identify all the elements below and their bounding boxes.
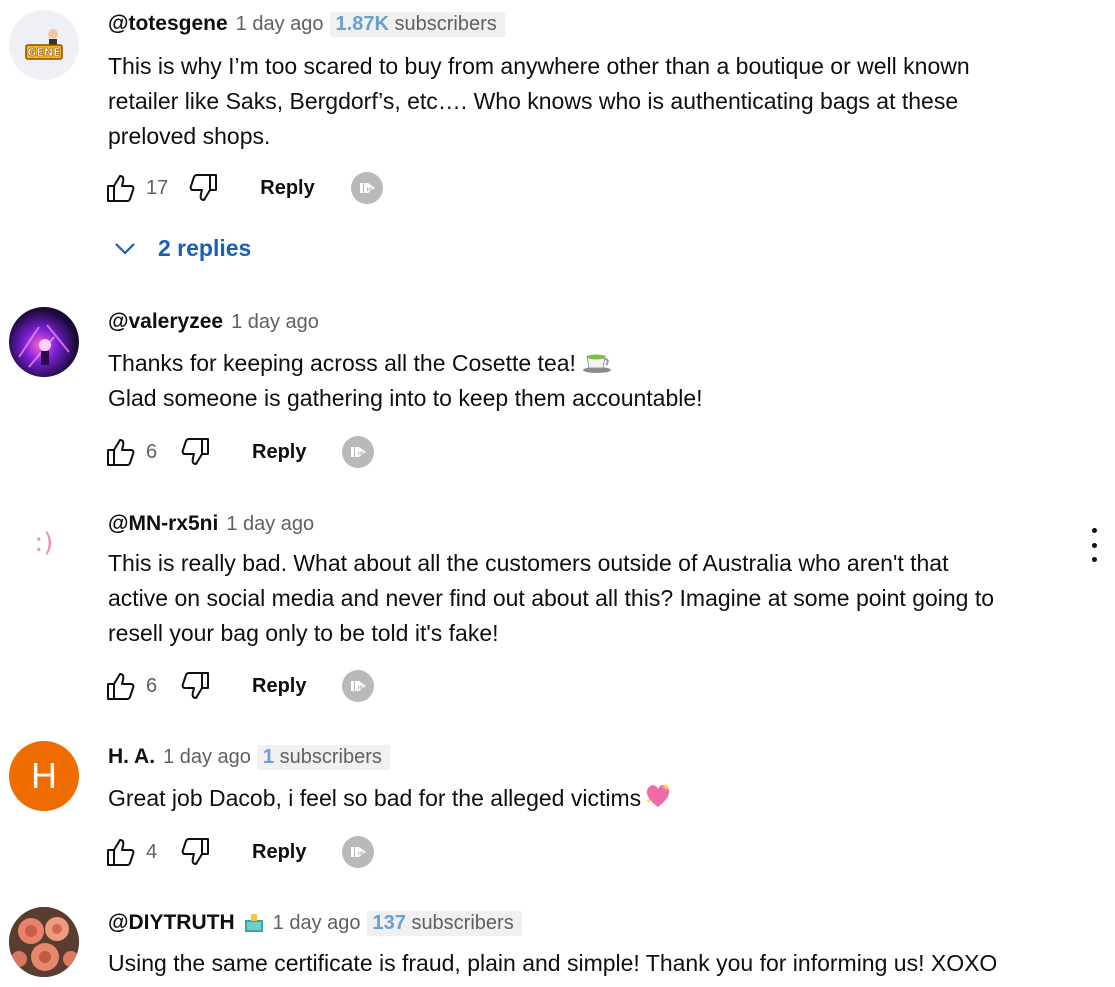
reply-button[interactable]: Reply xyxy=(252,441,306,464)
thumbs-up-icon xyxy=(105,670,137,702)
avatar[interactable]: GENE xyxy=(9,10,79,80)
comment-actions: 4 Reply xyxy=(104,832,375,872)
subscriber-badge: 1.87K subscribers xyxy=(329,11,505,37)
timestamp[interactable]: 1 day ago xyxy=(236,13,324,36)
subscriber-label: subscribers xyxy=(411,911,514,934)
promote-flag-icon xyxy=(351,172,383,204)
promote-button[interactable] xyxy=(342,670,375,702)
comment-line: Using the same certificate is fraud, pla… xyxy=(108,950,998,976)
comment-header: @MN-rx5ni 1 day ago xyxy=(108,509,314,539)
dislike-button[interactable] xyxy=(178,435,212,469)
subscriber-count: 137 xyxy=(372,911,406,934)
timestamp[interactable]: 1 day ago xyxy=(226,513,314,536)
comment-actions: 6 Reply xyxy=(104,432,375,472)
comment-line: Glad someone is gathering into to keep t… xyxy=(108,385,703,411)
svg-text:GENE: GENE xyxy=(27,46,60,59)
thumbs-down-icon xyxy=(179,836,211,868)
author-name[interactable]: H. A. xyxy=(108,745,155,769)
subscriber-badge: 1 subscribers xyxy=(256,744,390,770)
avatar-letter: H xyxy=(31,755,57,796)
subscriber-count: 1 xyxy=(262,745,275,768)
author-name[interactable]: @MN-rx5ni xyxy=(108,512,218,536)
subscriber-label: subscribers xyxy=(279,745,382,768)
comment-header: H. A. 1 day ago 1 subscribers xyxy=(108,742,390,772)
dislike-button[interactable] xyxy=(178,669,212,703)
promote-button[interactable] xyxy=(342,836,375,868)
thumbs-up-icon xyxy=(105,172,137,204)
timestamp[interactable]: 1 day ago xyxy=(273,912,361,935)
chevron-down-icon xyxy=(115,243,135,255)
dislike-button[interactable] xyxy=(186,171,220,205)
more-actions-icon[interactable] xyxy=(1084,528,1104,562)
avatar[interactable] xyxy=(9,307,79,377)
like-count: 4 xyxy=(146,840,158,863)
author-name[interactable]: @DIYTRUTH xyxy=(108,911,235,935)
promote-flag-icon xyxy=(342,836,374,868)
timestamp[interactable]: 1 day ago xyxy=(231,311,319,334)
subscriber-count: 1.87K xyxy=(335,12,389,35)
comment-text: Great job Dacob, i feel so bad for the a… xyxy=(108,781,1068,816)
timestamp[interactable]: 1 day ago xyxy=(163,746,251,769)
neon-concert-photo-icon xyxy=(18,324,70,368)
subscriber-label: subscribers xyxy=(394,12,497,35)
promote-button[interactable] xyxy=(350,172,383,204)
thumbs-up-icon xyxy=(105,836,137,868)
comment-header: @totesgene 1 day ago 1.87K subscribers xyxy=(108,9,505,39)
sparkling-heart-emoji xyxy=(646,783,671,807)
like-button[interactable] xyxy=(104,435,138,469)
thumbs-down-icon xyxy=(179,436,211,468)
comment-line: Great job Dacob, i feel so bad for the a… xyxy=(108,781,1068,816)
dislike-button[interactable] xyxy=(178,835,212,869)
comment-line: Thanks for keeping across all the Cosett… xyxy=(108,346,1068,381)
like-count: 17 xyxy=(146,176,169,199)
avatar[interactable] xyxy=(9,907,79,977)
reply-button[interactable]: Reply xyxy=(260,177,314,200)
author-name[interactable]: @totesgene xyxy=(108,12,228,36)
comment-line: This is really bad. What about all the c… xyxy=(108,550,949,576)
like-button[interactable] xyxy=(104,835,138,869)
thumbs-up-icon xyxy=(105,436,137,468)
comment-text: This is really bad. What about all the c… xyxy=(108,546,1068,651)
member-badge-icon xyxy=(244,914,263,932)
comment-text: This is why I’m too scared to buy from a… xyxy=(108,49,1068,154)
tea-cup-emoji xyxy=(582,354,611,373)
like-button[interactable] xyxy=(104,669,138,703)
reply-button[interactable]: Reply xyxy=(252,675,306,698)
smiley-avatar-text: :) xyxy=(34,528,54,558)
promote-flag-icon xyxy=(342,670,374,702)
gene-logo-icon: GENE xyxy=(25,29,63,60)
comment-line: preloved shops. xyxy=(108,123,271,149)
comment-text: Using the same certificate is fraud, pla… xyxy=(108,946,1068,981)
author-name[interactable]: @valeryzee xyxy=(108,310,223,334)
comment-text: Thanks for keeping across all the Cosett… xyxy=(108,346,1068,416)
comment-actions: 17 Reply xyxy=(104,168,383,208)
roses-photo-icon xyxy=(9,907,79,977)
comment-line: retailer like Saks, Bergdorf’s, etc…. Wh… xyxy=(108,88,959,114)
comment-line: active on social media and never find ou… xyxy=(108,585,995,611)
thumbs-down-icon xyxy=(187,172,219,204)
comment-header: @valeryzee 1 day ago xyxy=(108,307,319,337)
subscriber-badge: 137 subscribers xyxy=(366,910,522,936)
comment-line: This is why I’m too scared to buy from a… xyxy=(108,53,970,79)
comment-line: resell your bag only to be told it's fak… xyxy=(108,620,499,646)
like-count: 6 xyxy=(146,440,158,463)
view-replies-button[interactable]: 2 replies xyxy=(112,230,251,266)
comment-header: @DIYTRUTH 1 day ago 137 subscribers xyxy=(108,908,522,938)
promote-button[interactable] xyxy=(342,436,375,468)
avatar[interactable]: H xyxy=(9,741,79,811)
promote-flag-icon xyxy=(342,436,374,468)
comment-actions: 6 Reply xyxy=(104,666,375,706)
thumbs-down-icon xyxy=(179,670,211,702)
like-button[interactable] xyxy=(104,171,138,205)
avatar[interactable]: :) xyxy=(9,508,79,578)
like-count: 6 xyxy=(146,674,158,697)
reply-button[interactable]: Reply xyxy=(252,841,306,864)
replies-label: 2 replies xyxy=(158,234,252,261)
